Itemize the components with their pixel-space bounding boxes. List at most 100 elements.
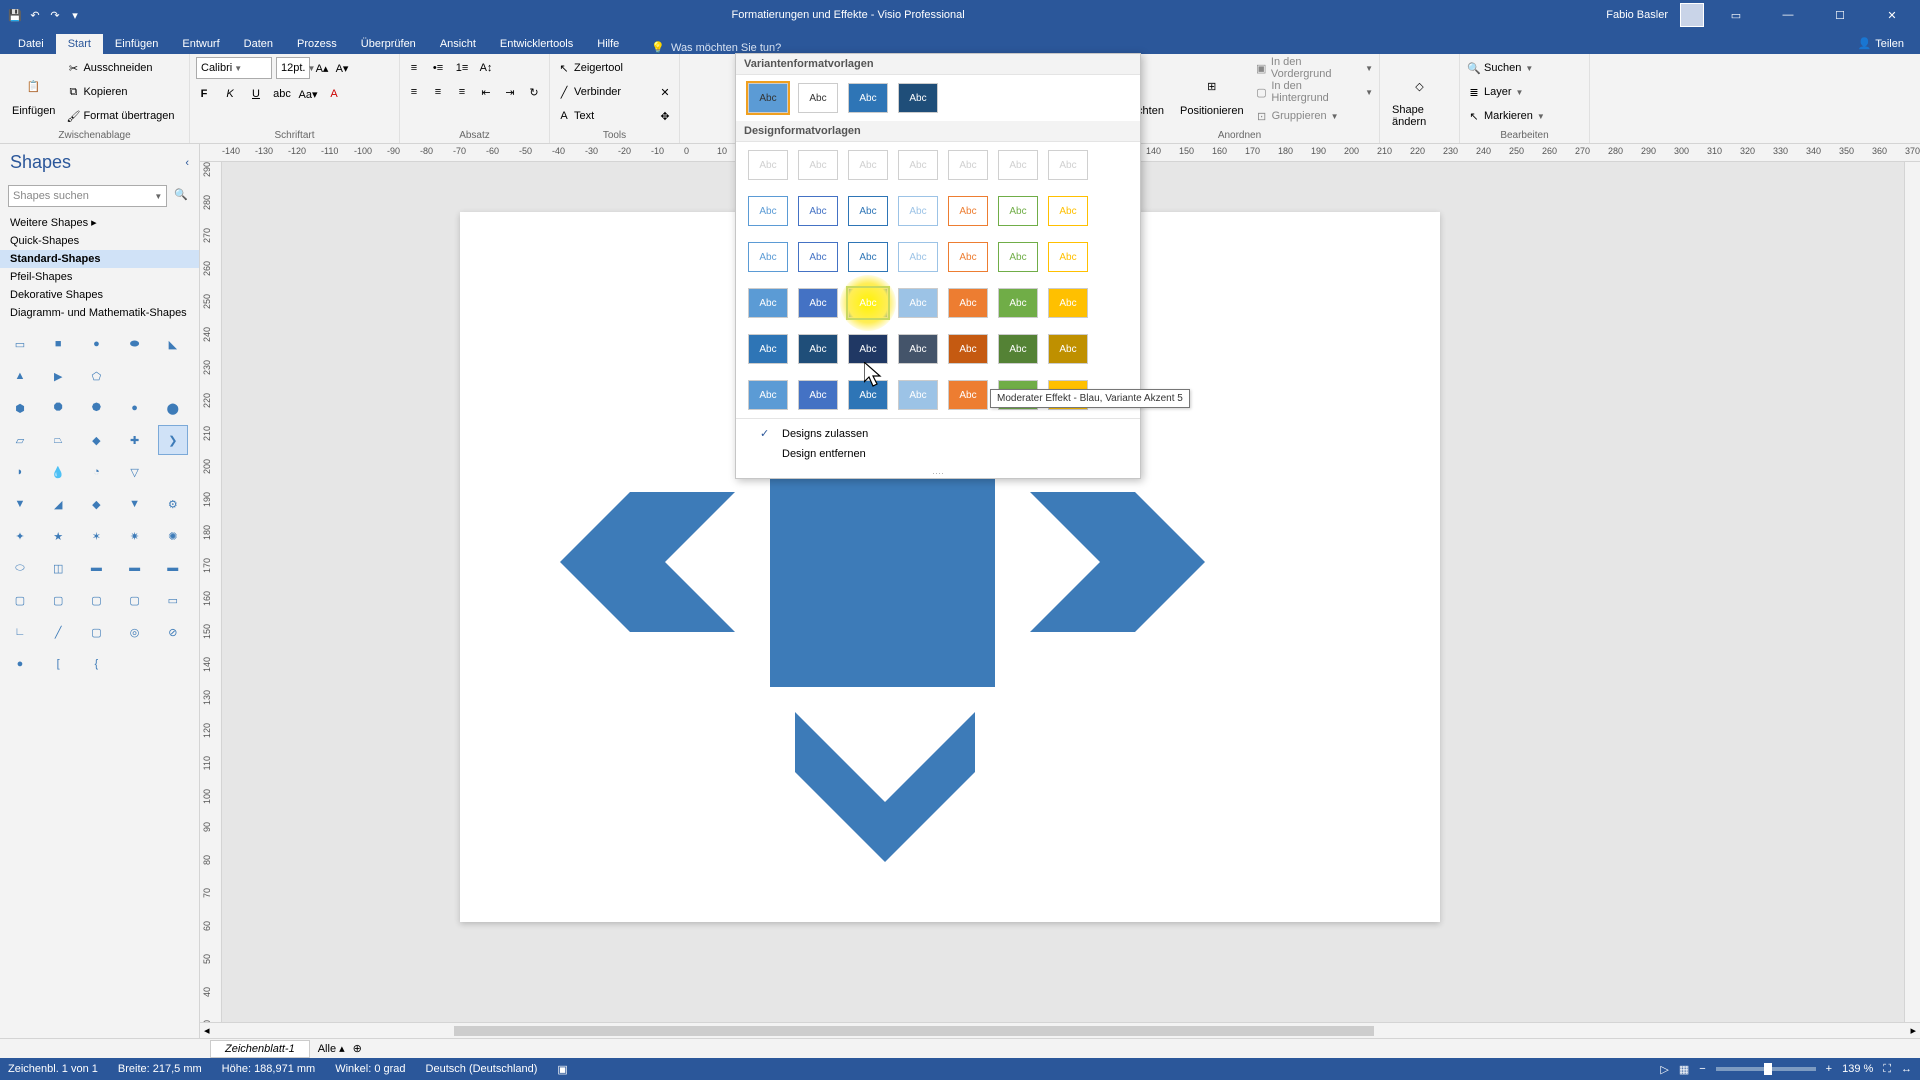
tab-ansicht[interactable]: Ansicht (428, 34, 488, 54)
fit-window-icon[interactable]: ⛶ (1883, 1063, 1891, 1076)
group-button[interactable]: ⊡Gruppieren▼ (1254, 105, 1373, 127)
strike-button[interactable]: abc (274, 86, 290, 102)
zoom-slider[interactable] (1716, 1067, 1816, 1071)
shape-star5[interactable]: ★ (44, 522, 72, 550)
design-swatch[interactable]: Abc (848, 242, 888, 272)
sheet-tab-1[interactable]: Zeichenblatt-1 (210, 1040, 310, 1058)
shape-star4[interactable]: ✦ (6, 522, 34, 550)
design-swatch[interactable]: Abc (998, 242, 1038, 272)
design-swatch[interactable]: Abc (1048, 334, 1088, 364)
design-swatch[interactable]: Abc (998, 334, 1038, 364)
close-small-icon[interactable]: ✕ (657, 84, 673, 100)
shape-l[interactable]: ∟ (6, 618, 34, 646)
shape-search-input[interactable]: Shapes suchen ▼ (8, 185, 167, 207)
align-center-icon[interactable]: ≡ (430, 84, 446, 100)
format-painter-button[interactable]: 🖌Format übertragen (65, 105, 174, 127)
shape-rr2[interactable]: ▢ (44, 586, 72, 614)
design-swatch[interactable]: Abc (848, 334, 888, 364)
shape-brkt[interactable]: [ (44, 650, 72, 678)
shape-cyl[interactable]: ⬭ (6, 554, 34, 582)
shape-square[interactable]: ■ (44, 330, 72, 358)
shape-drop[interactable]: 💧 (44, 458, 72, 486)
shape-star6[interactable]: ✶ (82, 522, 110, 550)
numbering-icon[interactable]: 1≡ (454, 60, 470, 76)
shape-rect[interactable]: ▭ (6, 330, 34, 358)
variant-swatch[interactable]: Abc (898, 83, 938, 113)
design-swatch[interactable]: Abc (998, 196, 1038, 226)
all-pages-button[interactable]: Alle ▴ (318, 1042, 345, 1055)
shape-ellipse[interactable]: ● (82, 330, 110, 358)
shape-blank1[interactable] (121, 362, 149, 390)
indent-inc-icon[interactable]: ⇥ (502, 84, 518, 100)
tab-entwurf[interactable]: Entwurf (170, 34, 231, 54)
shape-rr4[interactable]: ▢ (121, 586, 149, 614)
macro-rec-icon[interactable]: ▣ (557, 1063, 567, 1076)
remove-design-item[interactable]: Design entfernen (736, 444, 1140, 464)
design-swatch[interactable]: Abc (948, 380, 988, 410)
tree-decorative-shapes[interactable]: Dekorative Shapes (0, 286, 199, 304)
variant-swatch[interactable]: Abc (748, 83, 788, 113)
ribbon-options-icon[interactable]: ▭ (1716, 0, 1756, 30)
shape-frame[interactable]: ▭ (159, 586, 187, 614)
design-swatch[interactable]: Abc (798, 150, 838, 180)
copy-button[interactable]: ⧉Kopieren (65, 81, 174, 103)
horizontal-scrollbar[interactable]: ◂▸ (200, 1022, 1920, 1038)
shape-cross[interactable]: ✚ (121, 426, 149, 454)
shape-box2[interactable]: ▬ (121, 554, 149, 582)
zoom-in-icon[interactable]: + (1826, 1063, 1832, 1075)
text-tool-button[interactable]: AText✥ (556, 105, 673, 127)
qat-customize-icon[interactable]: ▾ (68, 8, 82, 22)
collapse-icon[interactable]: ‹ (185, 157, 189, 169)
minimize-icon[interactable]: — (1768, 0, 1808, 30)
font-size-select[interactable]: 12pt.▼ (276, 57, 310, 79)
underline-button[interactable]: U (248, 86, 264, 102)
cut-button[interactable]: ✂Ausschneiden (65, 57, 174, 79)
shape-hept[interactable]: ⯃ (44, 394, 72, 422)
design-swatch[interactable]: Abc (798, 288, 838, 318)
shape-cube[interactable]: ◫ (44, 554, 72, 582)
design-swatch[interactable]: Abc (898, 334, 938, 364)
position-button[interactable]: ⊞Positionieren (1174, 57, 1250, 130)
shape-kite[interactable]: ◆ (82, 490, 110, 518)
tab-einfuegen[interactable]: Einfügen (103, 34, 170, 54)
design-swatch[interactable]: Abc (848, 288, 888, 318)
design-swatch[interactable]: Abc (998, 288, 1038, 318)
shape-donut[interactable]: ◎ (121, 618, 149, 646)
shape-box3[interactable]: ▬ (159, 554, 187, 582)
search-go-icon[interactable]: 🔍 (171, 185, 191, 207)
user-avatar[interactable] (1680, 3, 1704, 27)
shape-blank2[interactable] (159, 362, 187, 390)
paste-button[interactable]: 📋 Einfügen (6, 57, 61, 130)
undo-icon[interactable]: ↶ (28, 8, 42, 22)
grow-font-icon[interactable]: A▴ (314, 60, 330, 76)
connector-tool-button[interactable]: ╱Verbinder✕ (556, 81, 673, 103)
shape-oct[interactable]: ⯄ (82, 394, 110, 422)
shape-line[interactable]: ╱ (44, 618, 72, 646)
variant-swatch[interactable]: Abc (848, 83, 888, 113)
pan-icon[interactable]: ↔ (1901, 1063, 1912, 1075)
tree-arrow-shapes[interactable]: Pfeil-Shapes (0, 268, 199, 286)
design-swatch[interactable]: Abc (948, 242, 988, 272)
shape-rr5[interactable]: ▢ (82, 618, 110, 646)
send-back-button[interactable]: ▢In den Hintergrund▼ (1254, 81, 1373, 103)
view-normal-icon[interactable]: ▦ (1679, 1063, 1689, 1076)
shape-cone[interactable]: ▽ (121, 458, 149, 486)
shape-box[interactable]: ▬ (82, 554, 110, 582)
bullets-icon[interactable]: •≡ (430, 60, 446, 76)
tree-quick-shapes[interactable]: Quick-Shapes (0, 232, 199, 250)
design-swatch[interactable]: Abc (898, 150, 938, 180)
tab-ueberpruefen[interactable]: Überprüfen (349, 34, 428, 54)
zoom-value[interactable]: 139 % (1842, 1063, 1873, 1075)
align-right-icon[interactable]: ≡ (454, 84, 470, 100)
shape-fan[interactable]: ▼ (6, 490, 34, 518)
user-name[interactable]: Fabio Basler (1606, 9, 1668, 21)
redo-icon[interactable]: ↷ (48, 8, 62, 22)
shape-rr1[interactable]: ▢ (6, 586, 34, 614)
align-left-icon[interactable]: ≡ (406, 84, 422, 100)
design-swatch[interactable]: Abc (898, 196, 938, 226)
shape-burst[interactable]: ✺ (159, 522, 187, 550)
find-button[interactable]: 🔍Suchen▼ (1466, 57, 1583, 79)
layer-button[interactable]: ≣Layer▼ (1466, 81, 1583, 103)
bring-front-button[interactable]: ▣In den Vordergrund▼ (1254, 57, 1373, 79)
design-swatch[interactable]: Abc (748, 242, 788, 272)
